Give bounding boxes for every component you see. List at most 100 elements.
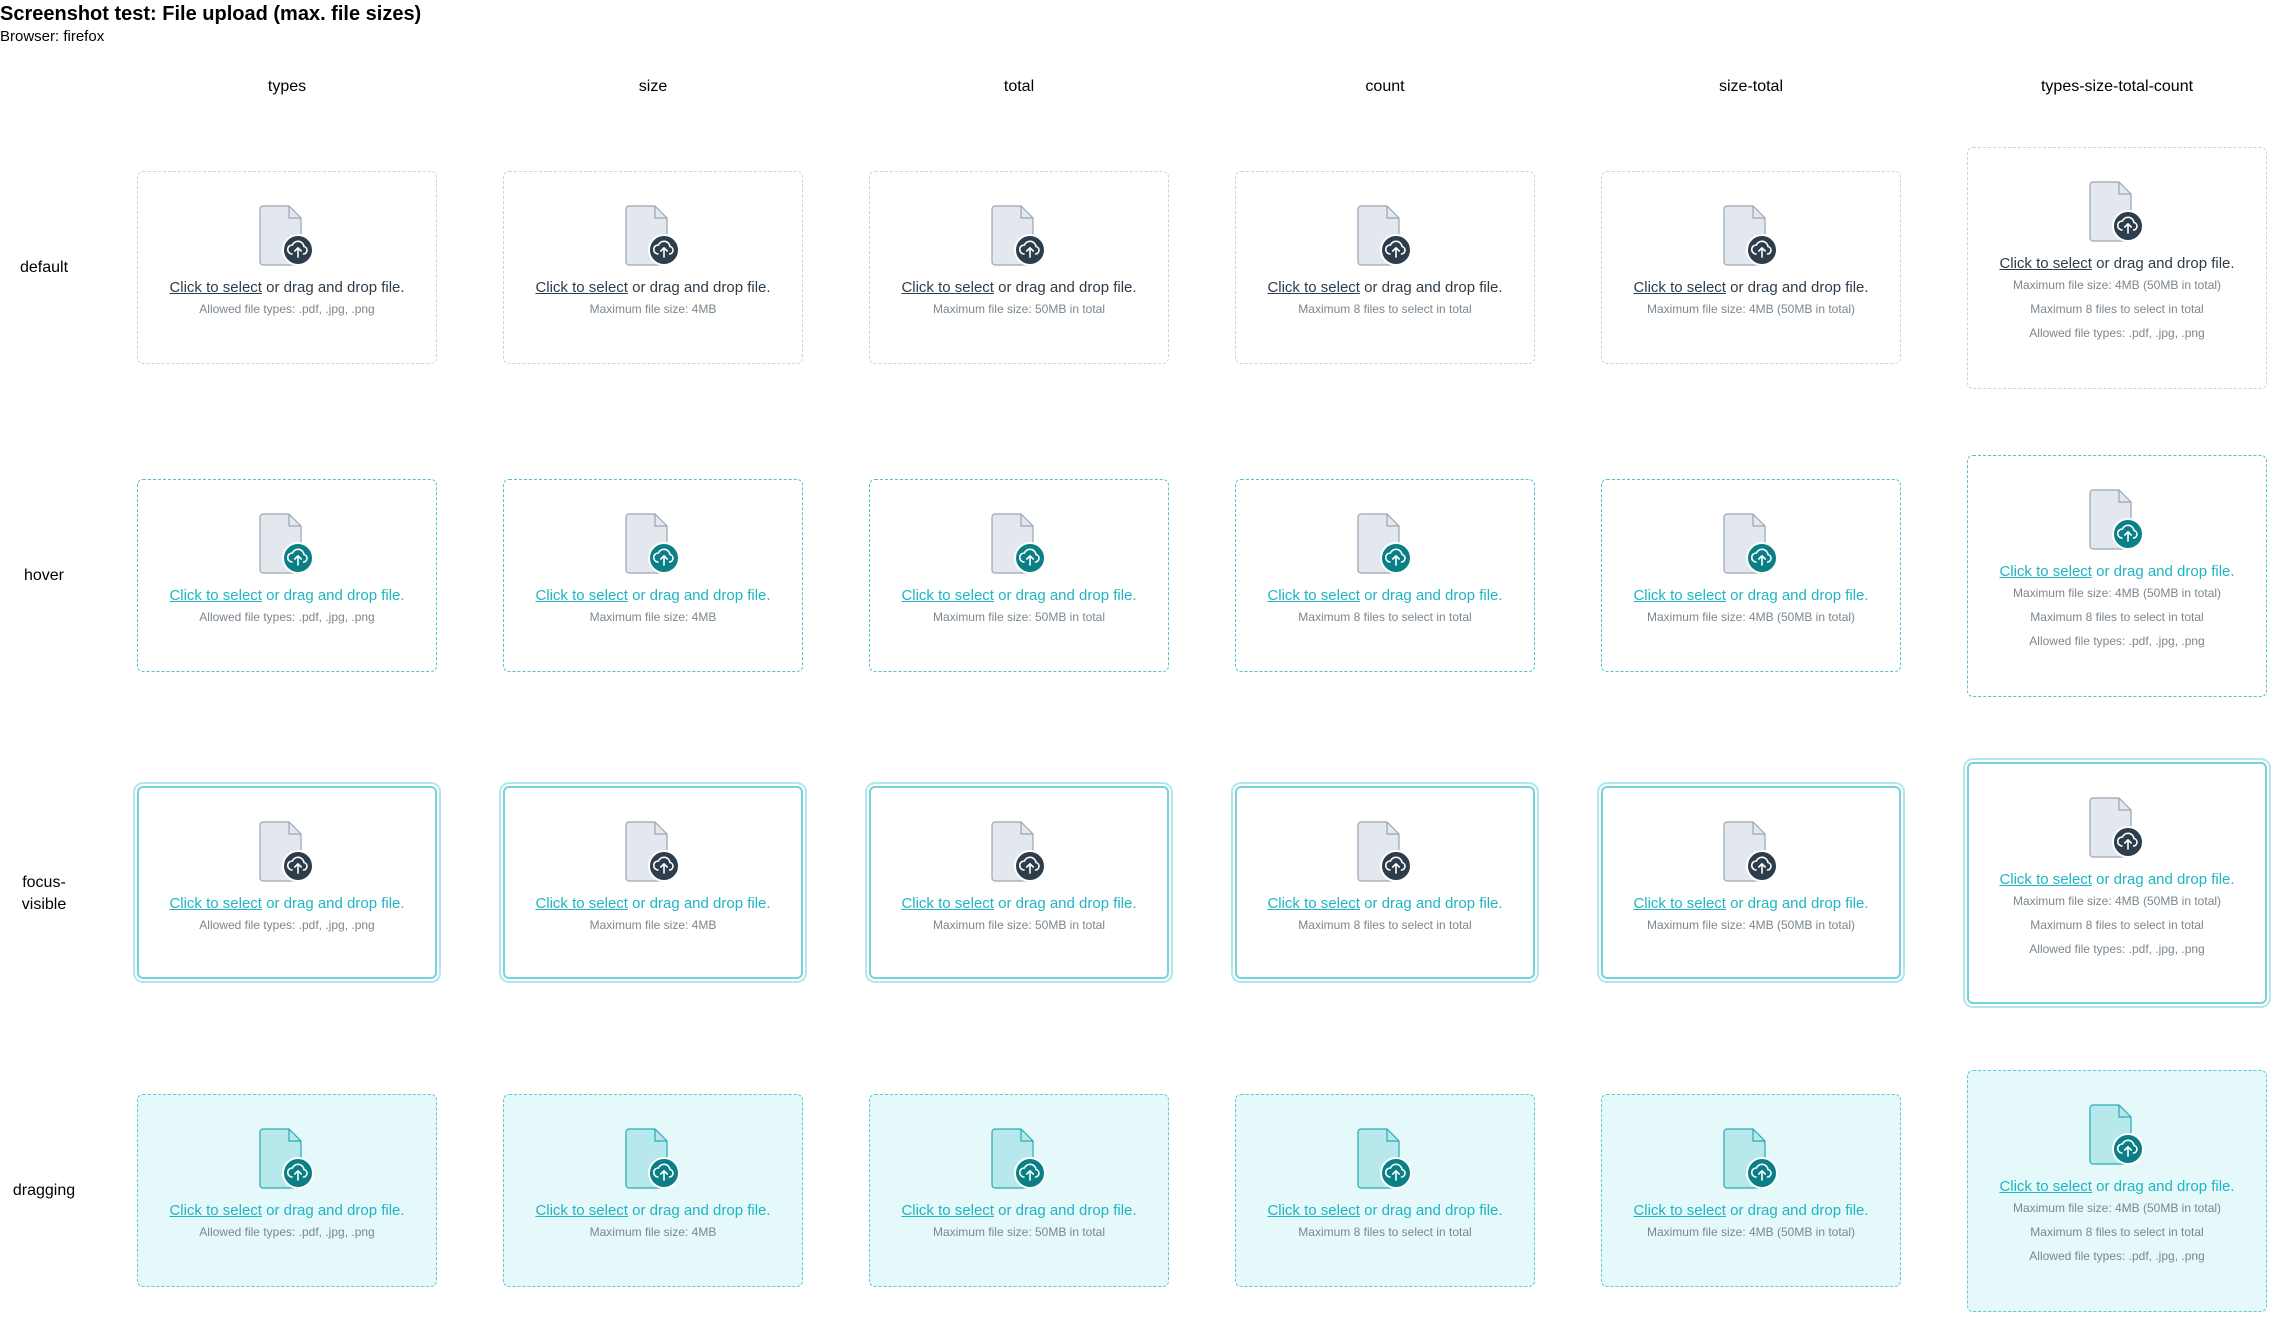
dropzone-hint: Maximum file size: 4MB (50MB in total): [2012, 586, 2222, 600]
drag-drop-text: or drag and drop file.: [627, 279, 771, 296]
click-to-select-link[interactable]: Click to select: [1999, 255, 2092, 272]
click-to-select-link[interactable]: Click to select: [1267, 587, 1360, 604]
column-header-types-size-total-count: types-size-total-count: [2040, 78, 2194, 95]
click-to-select-link[interactable]: Click to select: [1633, 279, 1726, 296]
drag-drop-text: or drag and drop file.: [261, 1202, 405, 1219]
click-to-select-link[interactable]: Click to select: [901, 895, 994, 912]
click-to-select-link[interactable]: Click to select: [1633, 895, 1726, 912]
file-upload-icon: [2089, 486, 2145, 552]
row-label-dragging: dragging: [12, 1182, 76, 1199]
file-dropzone-count-hover[interactable]: Click to select or drag and drop file. Ma…: [1235, 479, 1535, 672]
dropzone-hint: Maximum file size: 50MB in total: [932, 610, 1106, 624]
click-to-select-link[interactable]: Click to select: [901, 587, 994, 604]
click-to-select-link[interactable]: Click to select: [169, 279, 262, 296]
file-upload-icon: [625, 202, 681, 268]
file-dropzone-size-total-focus-visible[interactable]: Click to select or drag and drop file. Ma…: [1601, 786, 1901, 979]
click-to-select-link[interactable]: Click to select: [169, 895, 262, 912]
drag-drop-text: or drag and drop file.: [993, 587, 1137, 604]
file-dropzone-types-hover[interactable]: Click to select or drag and drop file. Al…: [137, 479, 437, 672]
click-to-select-link[interactable]: Click to select: [1999, 563, 2092, 580]
file-upload-icon: [259, 1125, 315, 1191]
dropzone-hint: Allowed file types: .pdf, .jpg, .png: [2029, 1249, 2205, 1263]
file-dropzone-types-size-total-count-hover[interactable]: Click to select or drag and drop file. Ma…: [1967, 455, 2267, 697]
dropzone-hint: Maximum file size: 4MB (50MB in total): [2012, 1201, 2222, 1215]
file-dropzone-size-focus-visible[interactable]: Click to select or drag and drop file. Ma…: [503, 786, 803, 979]
dropzone-hint: Maximum file size: 4MB: [589, 1225, 717, 1239]
file-dropzone-size-total-default[interactable]: Click to select or drag and drop file. Ma…: [1601, 171, 1901, 364]
click-to-select-link[interactable]: Click to select: [1633, 587, 1726, 604]
file-dropzone-total-hover[interactable]: Click to select or drag and drop file. Ma…: [869, 479, 1169, 672]
dropzone-hint: Maximum file size: 4MB (50MB in total): [1646, 610, 1856, 624]
click-to-select-link[interactable]: Click to select: [535, 1202, 628, 1219]
click-to-select-link[interactable]: Click to select: [169, 1202, 262, 1219]
drag-drop-text: or drag and drop file.: [2091, 255, 2235, 272]
click-to-select-link[interactable]: Click to select: [1267, 279, 1360, 296]
file-dropzone-total-dragging[interactable]: Click to select or drag and drop file. Ma…: [869, 1094, 1169, 1287]
drag-drop-text: or drag and drop file.: [1725, 895, 1869, 912]
file-upload-icon: [1723, 202, 1779, 268]
click-to-select-link[interactable]: Click to select: [901, 1202, 994, 1219]
file-dropzone-size-default[interactable]: Click to select or drag and drop file. Ma…: [503, 171, 803, 364]
file-dropzone-count-default[interactable]: Click to select or drag and drop file. Ma…: [1235, 171, 1535, 364]
click-to-select-link[interactable]: Click to select: [1999, 871, 2092, 888]
click-to-select-link[interactable]: Click to select: [535, 279, 628, 296]
file-dropzone-count-focus-visible[interactable]: Click to select or drag and drop file. Ma…: [1235, 786, 1535, 979]
file-dropzone-size-total-hover[interactable]: Click to select or drag and drop file. Ma…: [1601, 479, 1901, 672]
click-to-select-link[interactable]: Click to select: [1267, 895, 1360, 912]
dropzone-hint: Maximum 8 files to select in total: [2030, 918, 2204, 932]
file-upload-icon: [1357, 1125, 1413, 1191]
drag-drop-text: or drag and drop file.: [1725, 1202, 1869, 1219]
file-dropzone-size-total-dragging[interactable]: Click to select or drag and drop file. Ma…: [1601, 1094, 1901, 1287]
dropzone-hint: Maximum file size: 4MB: [589, 918, 717, 932]
file-upload-icon: [625, 818, 681, 884]
click-to-select-link[interactable]: Click to select: [169, 587, 262, 604]
dropzone-prompt: Click to select or drag and drop file.: [1236, 278, 1534, 298]
drag-drop-text: or drag and drop file.: [2091, 871, 2235, 888]
file-upload-icon: [991, 202, 1047, 268]
dropzone-hint: Allowed file types: .pdf, .jpg, .png: [199, 610, 375, 624]
dropzone-prompt: Click to select or drag and drop file.: [505, 894, 801, 914]
file-dropzone-total-default[interactable]: Click to select or drag and drop file. Ma…: [869, 171, 1169, 364]
drag-drop-text: or drag and drop file.: [627, 1202, 771, 1219]
file-dropzone-types-dragging[interactable]: Click to select or drag and drop file. Al…: [137, 1094, 437, 1287]
drag-drop-text: or drag and drop file.: [1725, 279, 1869, 296]
file-upload-icon: [991, 818, 1047, 884]
file-dropzone-size-hover[interactable]: Click to select or drag and drop file. Ma…: [503, 479, 803, 672]
row-label-default: default: [19, 259, 69, 276]
click-to-select-link[interactable]: Click to select: [1633, 1202, 1726, 1219]
drag-drop-text: or drag and drop file.: [261, 279, 405, 296]
row-label-focus-visible: focus-visible: [21, 874, 67, 913]
file-upload-icon: [1357, 510, 1413, 576]
click-to-select-link[interactable]: Click to select: [901, 279, 994, 296]
drag-drop-text: or drag and drop file.: [1359, 587, 1503, 604]
file-dropzone-size-dragging[interactable]: Click to select or drag and drop file. Ma…: [503, 1094, 803, 1287]
column-header-count: count: [1365, 78, 1405, 95]
file-dropzone-total-focus-visible[interactable]: Click to select or drag and drop file. Ma…: [869, 786, 1169, 979]
file-dropzone-types-size-total-count-focus-visible[interactable]: Click to select or drag and drop file. Ma…: [1967, 762, 2267, 1004]
dropzone-prompt: Click to select or drag and drop file.: [139, 894, 435, 914]
click-to-select-link[interactable]: Click to select: [1999, 1178, 2092, 1195]
file-upload-icon: [259, 818, 315, 884]
drag-drop-text: or drag and drop file.: [627, 895, 771, 912]
dropzone-prompt: Click to select or drag and drop file.: [1602, 586, 1900, 606]
file-dropzone-types-size-total-count-default[interactable]: Click to select or drag and drop file. Ma…: [1967, 147, 2267, 389]
browser-label: Browser: firefox: [0, 28, 105, 45]
click-to-select-link[interactable]: Click to select: [535, 587, 628, 604]
dropzone-prompt: Click to select or drag and drop file.: [870, 586, 1168, 606]
file-dropzone-types-size-total-count-dragging[interactable]: Click to select or drag and drop file. Ma…: [1967, 1070, 2267, 1312]
dropzone-hint: Allowed file types: .pdf, .jpg, .png: [2029, 634, 2205, 648]
dropzone-prompt: Click to select or drag and drop file.: [504, 1201, 802, 1221]
dropzone-prompt: Click to select or drag and drop file.: [1968, 254, 2266, 274]
file-upload-icon: [2089, 178, 2145, 244]
click-to-select-link[interactable]: Click to select: [1267, 1202, 1360, 1219]
file-dropzone-types-default[interactable]: Click to select or drag and drop file. Al…: [137, 171, 437, 364]
drag-drop-text: or drag and drop file.: [1359, 1202, 1503, 1219]
dropzone-hint: Maximum 8 files to select in total: [1298, 1225, 1472, 1239]
file-dropzone-count-dragging[interactable]: Click to select or drag and drop file. Ma…: [1235, 1094, 1535, 1287]
click-to-select-link[interactable]: Click to select: [535, 895, 628, 912]
dropzone-hint: Maximum 8 files to select in total: [2030, 302, 2204, 316]
dropzone-hint: Allowed file types: .pdf, .jpg, .png: [2029, 326, 2205, 340]
file-dropzone-types-focus-visible[interactable]: Click to select or drag and drop file. Al…: [137, 786, 437, 979]
dropzone-hint: Maximum file size: 4MB: [589, 302, 717, 316]
column-header-size: size: [638, 78, 668, 95]
